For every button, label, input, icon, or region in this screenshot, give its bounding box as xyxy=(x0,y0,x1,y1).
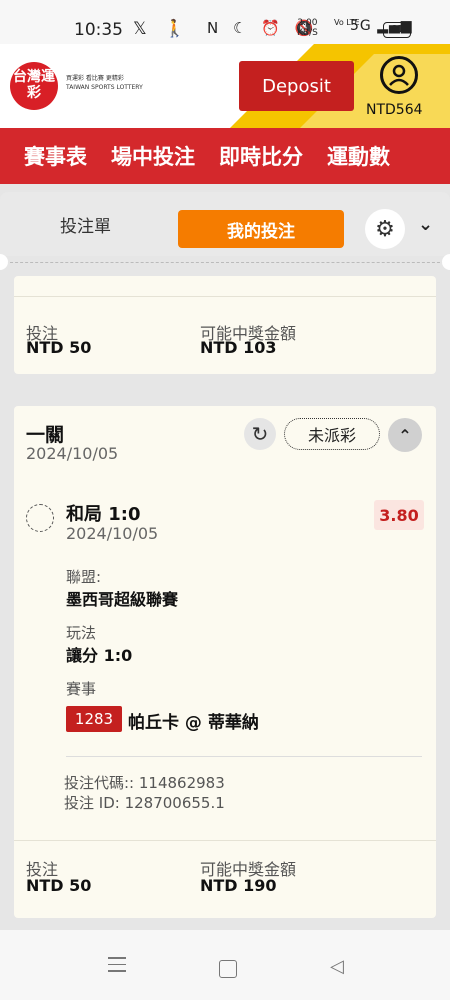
tab-my-bets[interactable]: 我的投注 xyxy=(178,210,344,248)
divider xyxy=(0,262,450,263)
nav-item-live-betting[interactable]: 場中投注 xyxy=(111,141,195,171)
payout-value: NTD 103 xyxy=(200,338,277,357)
refresh-icon[interactable]: ↻ xyxy=(244,418,276,450)
bet-card: 投注 NTD 50 可能中獎金額 NTD 103 xyxy=(14,276,436,374)
ticket-notch xyxy=(0,254,8,270)
chevron-up-icon[interactable]: ⌃ xyxy=(388,418,422,452)
market-value: 讓分 1:0 xyxy=(66,646,133,665)
bet-tabs: 投注單 我的投注 ⚙ ⌄ xyxy=(0,192,450,256)
selection-date: 2024/10/05 xyxy=(66,524,159,543)
account-button[interactable]: NTD564 xyxy=(366,56,436,122)
payout-value: NTD 190 xyxy=(200,876,277,895)
odds-badge: 3.80 xyxy=(374,500,424,530)
stake-value: NTD 50 xyxy=(26,876,92,895)
gear-icon[interactable]: ⚙ xyxy=(365,209,405,249)
bet-type: 一關 xyxy=(26,424,65,446)
bet-card: 一關 2024/10/05 ↻ 未派彩 ⌃ 和局 1:0 2024/10/05 … xyxy=(14,406,436,918)
bet-code: 投注代碼:: 114862983 xyxy=(64,774,225,792)
event-name: 帕丘卡 @ 蒂華納 xyxy=(128,713,259,733)
stake-value: NTD 50 xyxy=(26,338,92,357)
chevron-down-icon[interactable]: ⌄ xyxy=(418,214,433,235)
notification-icons: 𝕏 🚶 xyxy=(133,19,192,39)
nav-item-live-scores[interactable]: 即時比分 xyxy=(219,141,303,171)
tab-bet-slip[interactable]: 投注單 xyxy=(60,212,111,237)
nav-item-sports-data[interactable]: 運動數 xyxy=(327,141,390,171)
divider xyxy=(66,756,422,757)
logo-icon[interactable]: 台灣運彩 xyxy=(10,62,58,110)
deposit-button[interactable]: Deposit xyxy=(239,61,354,111)
user-icon xyxy=(380,56,418,94)
recent-apps-icon[interactable] xyxy=(108,957,126,977)
nav-item-schedule[interactable]: 賽事表 xyxy=(24,141,87,171)
logo-tagline: 買運彩 看比賽 更精彩 TAIWAN SPORTS LOTTERY xyxy=(66,75,143,91)
system-nav-bar: ◁ xyxy=(0,930,450,1000)
league-label: 聯盟: xyxy=(66,568,102,586)
market-label: 玩法 xyxy=(66,624,97,642)
main-nav: 賽事表 場中投注 即時比分 運動數 xyxy=(0,128,450,184)
bet-date: 2024/10/05 xyxy=(26,444,119,463)
account-balance: NTD564 xyxy=(366,102,423,118)
battery-icon: 61 xyxy=(383,22,411,38)
event-label: 賽事 xyxy=(66,680,97,698)
divider xyxy=(14,840,436,841)
home-icon[interactable] xyxy=(219,960,237,978)
divider xyxy=(14,296,436,297)
selection-name: 和局 1:0 xyxy=(66,504,141,525)
selection-radio[interactable] xyxy=(26,504,54,532)
network-speed: 2.00 KB/S xyxy=(297,18,318,38)
clock: 10:35 xyxy=(74,20,123,40)
bet-panel: 投注單 我的投注 ⚙ ⌄ 投注 NTD 50 可能中獎金額 NTD 103 一關… xyxy=(0,184,450,930)
status-badge: 未派彩 xyxy=(284,418,380,450)
ticket-notch xyxy=(442,254,450,270)
event-id-badge: 1283 xyxy=(66,706,122,732)
back-icon[interactable]: ◁ xyxy=(330,956,344,977)
status-bar: 10:35 𝕏 🚶 N ☾ ⏰ 🔇 2.00 KB/S Vo LTE 5G ▂▄▆… xyxy=(0,0,450,44)
league-value: 墨西哥超級聯賽 xyxy=(66,590,179,609)
bet-id: 投注 ID: 128700655.1 xyxy=(64,794,225,812)
app-header: 台灣運彩 買運彩 看比賽 更精彩 TAIWAN SPORTS LOTTERY D… xyxy=(0,44,450,128)
